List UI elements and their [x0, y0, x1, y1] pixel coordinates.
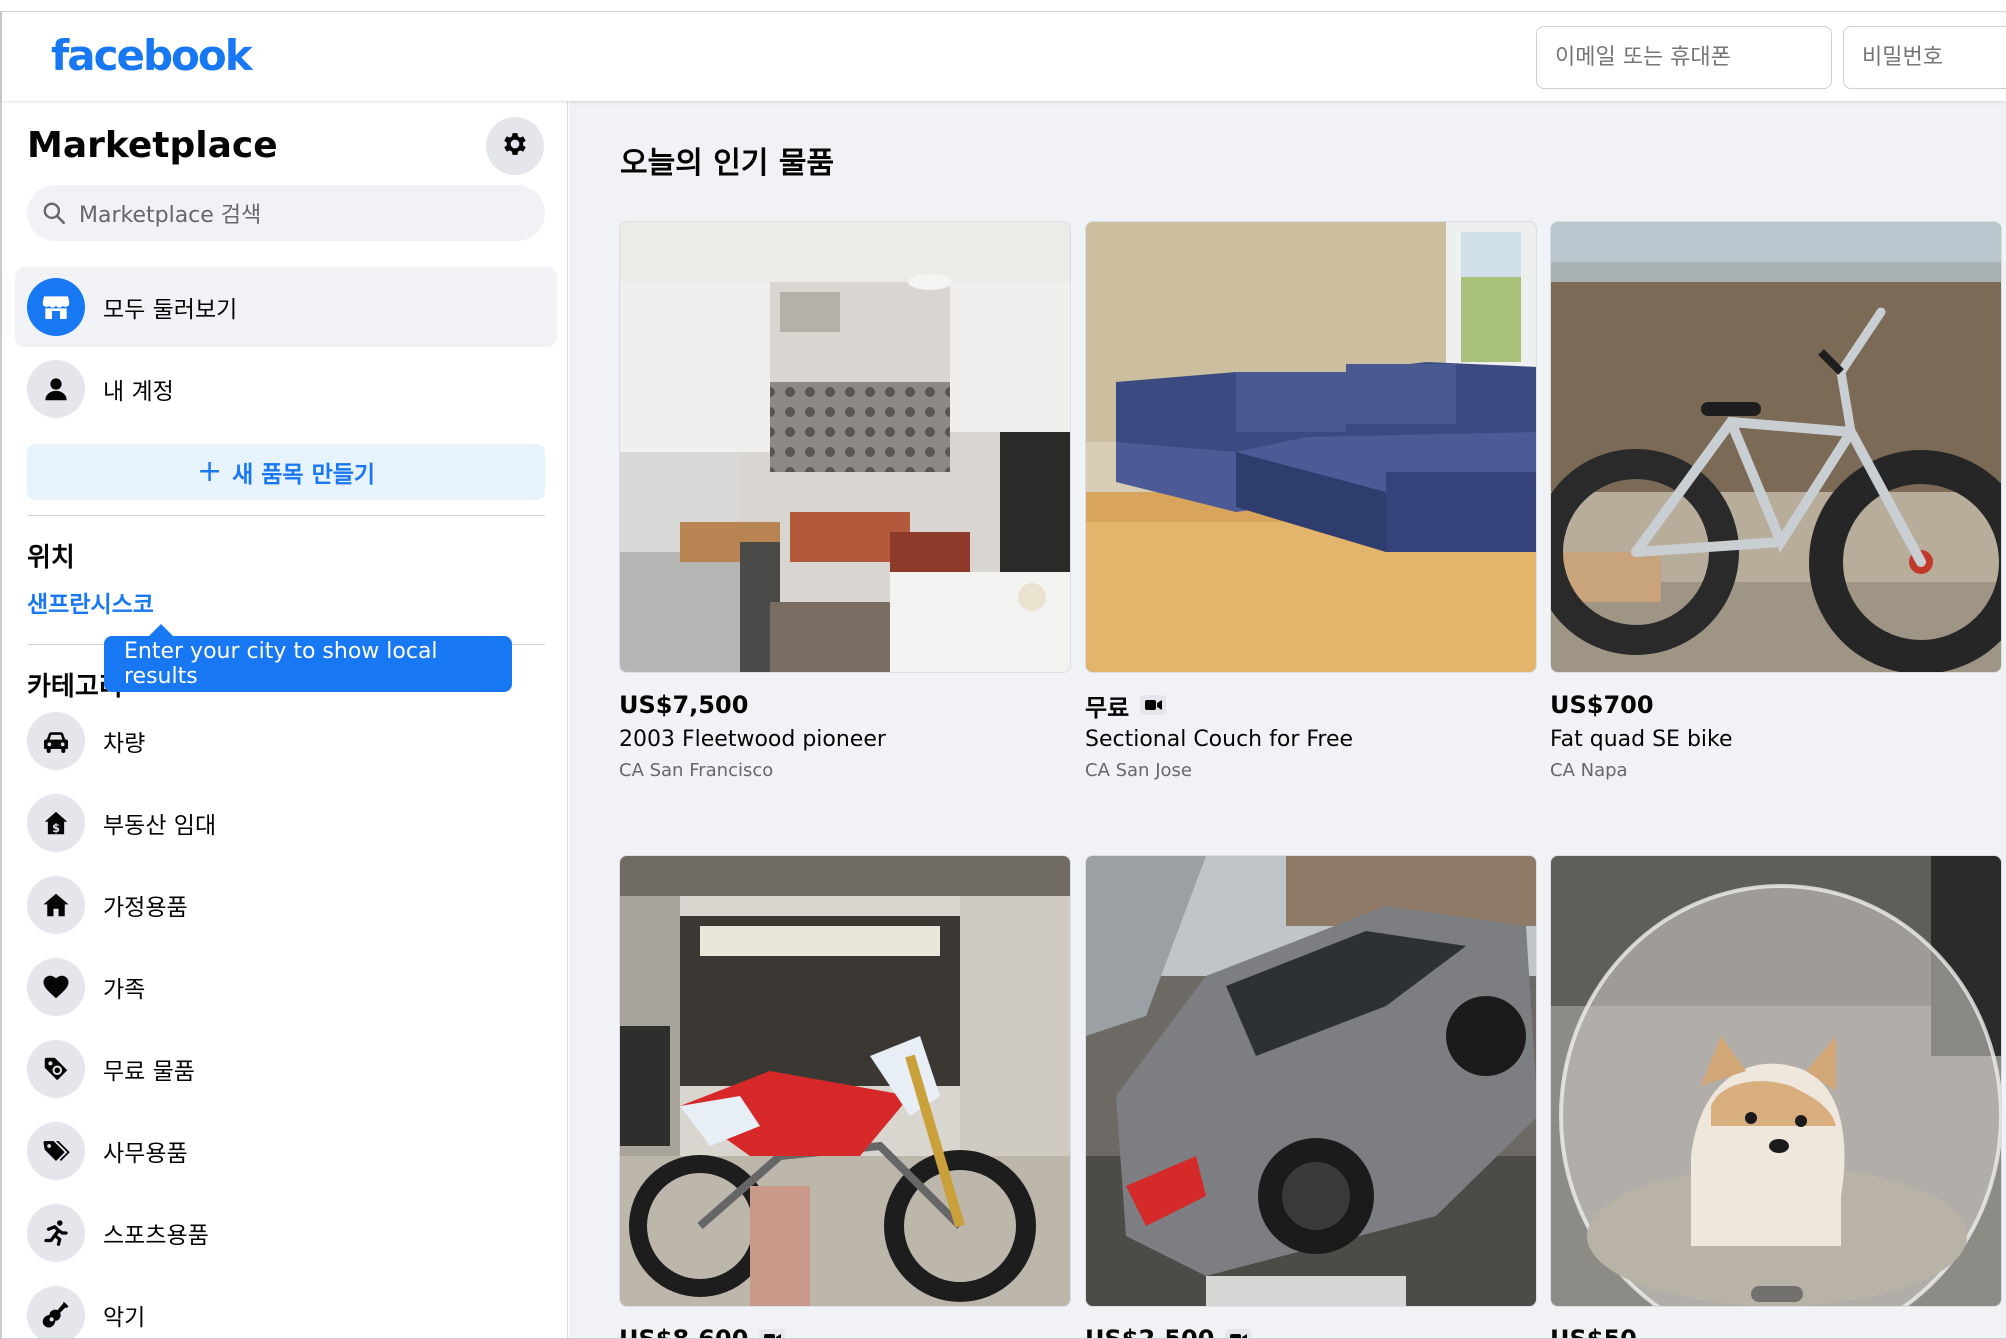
price-text: 무료	[1085, 693, 1130, 722]
listing-price: US$50	[1550, 1323, 2002, 1339]
category-label: 스포츠용품	[103, 1223, 209, 1249]
nav-browse-all[interactable]: 모두 둘러보기	[15, 267, 557, 347]
listing-photo[interactable]	[619, 855, 1071, 1307]
facebook-logo[interactable]: facebook	[51, 31, 253, 80]
category-label: 무료 물품	[103, 1059, 195, 1085]
category-home-goods[interactable]: 가정용품	[15, 868, 557, 942]
house-dollar-icon: $	[27, 794, 85, 852]
price-text: US$2,500	[1085, 1325, 1215, 1339]
nav-my-account[interactable]: 내 계정	[15, 349, 557, 429]
nav-label: 내 계정	[103, 379, 174, 405]
price-text: US$50	[1550, 1325, 1637, 1339]
guitar-icon	[27, 1286, 85, 1339]
listing-price: US$700	[1550, 689, 2002, 721]
email-field[interactable]	[1536, 26, 1832, 89]
category-property-rental[interactable]: $ 부동산 임대	[15, 786, 557, 860]
window-top-edge	[0, 0, 2006, 12]
top-header: facebook	[2, 13, 2006, 101]
listing-card[interactable]: US$700 Fat quad SE bike CA Napa	[1550, 221, 2002, 781]
listing-card[interactable]: US$50	[1550, 855, 2002, 1339]
category-office[interactable]: 사무용품	[15, 1114, 557, 1188]
category-instruments[interactable]: 악기	[15, 1278, 557, 1339]
listing-price: US$8,600	[619, 1323, 1071, 1339]
listing-location: CA San Jose	[1085, 760, 1192, 781]
listing-photo[interactable]	[1550, 855, 2002, 1307]
category-vehicles[interactable]: 차량	[15, 704, 557, 778]
heart-icon	[27, 958, 85, 1016]
password-field[interactable]	[1843, 26, 2006, 89]
sidebar: Marketplace Marketplace 검색 모두 둘러보기 내 계정 …	[2, 101, 568, 1339]
listing-photo[interactable]	[1550, 221, 2002, 673]
listing-card[interactable]: 무료 Sectional Couch for Free CA San Jose	[1085, 221, 1537, 781]
category-label: 부동산 임대	[103, 813, 217, 839]
listing-location: CA San Francisco	[619, 760, 774, 781]
plus-icon: +	[196, 454, 223, 489]
divider	[27, 515, 545, 516]
listing-photo[interactable]	[1085, 855, 1537, 1307]
listing-card[interactable]: US$2,500	[1085, 855, 1537, 1339]
settings-button[interactable]	[486, 117, 544, 175]
price-text: US$8,600	[619, 1325, 749, 1339]
person-icon	[27, 360, 85, 418]
category-label: 악기	[103, 1305, 146, 1331]
listing-price: 무료	[1085, 689, 1537, 722]
search-icon	[41, 199, 69, 227]
category-family[interactable]: 가족	[15, 950, 557, 1024]
category-label: 사무용품	[103, 1141, 188, 1167]
category-free-stuff[interactable]: 무료 물품	[15, 1032, 557, 1106]
category-label: 차량	[103, 731, 146, 757]
location-tooltip: Enter your city to show local results	[104, 636, 512, 692]
listing-price: US$2,500	[1085, 1323, 1537, 1339]
free-tag-icon	[27, 1040, 85, 1098]
price-text: US$700	[1550, 691, 1654, 719]
main-feed: 오늘의 인기 물품 US$7,500 2003 Fleetwood pionee…	[569, 101, 2006, 1339]
create-listing-button[interactable]: + 새 품목 만들기	[27, 444, 545, 500]
page-title: Marketplace	[27, 125, 278, 166]
create-listing-label: 새 품목 만들기	[232, 462, 376, 488]
listing-title: Fat quad SE bike	[1550, 727, 1733, 752]
listing-card[interactable]: US$7,500 2003 Fleetwood pioneer CA San F…	[619, 221, 1071, 781]
nav-label: 모두 둘러보기	[103, 297, 238, 323]
svg-text:$: $	[52, 822, 60, 835]
location-heading: 위치	[27, 543, 75, 573]
home-icon	[27, 876, 85, 934]
category-label: 가정용품	[103, 895, 188, 921]
category-sports[interactable]: 스포츠용품	[15, 1196, 557, 1270]
section-title: 오늘의 인기 물품	[620, 146, 835, 181]
running-icon	[27, 1204, 85, 1262]
gear-icon	[500, 129, 530, 164]
listing-photo[interactable]	[1085, 221, 1537, 673]
sale-tag-icon	[27, 1122, 85, 1180]
car-icon	[27, 712, 85, 770]
price-text: US$7,500	[619, 691, 749, 719]
location-link[interactable]: 샌프란시스코	[27, 585, 154, 619]
search-input[interactable]: Marketplace 검색	[79, 197, 261, 229]
listing-photo[interactable]	[619, 221, 1071, 673]
listing-title: Sectional Couch for Free	[1085, 727, 1354, 752]
marketplace-search[interactable]: Marketplace 검색	[27, 185, 545, 241]
category-label: 가족	[103, 977, 146, 1003]
listing-card[interactable]: US$8,600	[619, 855, 1071, 1339]
listing-title: 2003 Fleetwood pioneer	[619, 727, 886, 752]
listing-price: US$7,500	[619, 689, 1071, 721]
storefront-icon	[27, 278, 85, 336]
video-icon	[1139, 694, 1167, 716]
listing-location: CA Napa	[1550, 760, 1628, 781]
